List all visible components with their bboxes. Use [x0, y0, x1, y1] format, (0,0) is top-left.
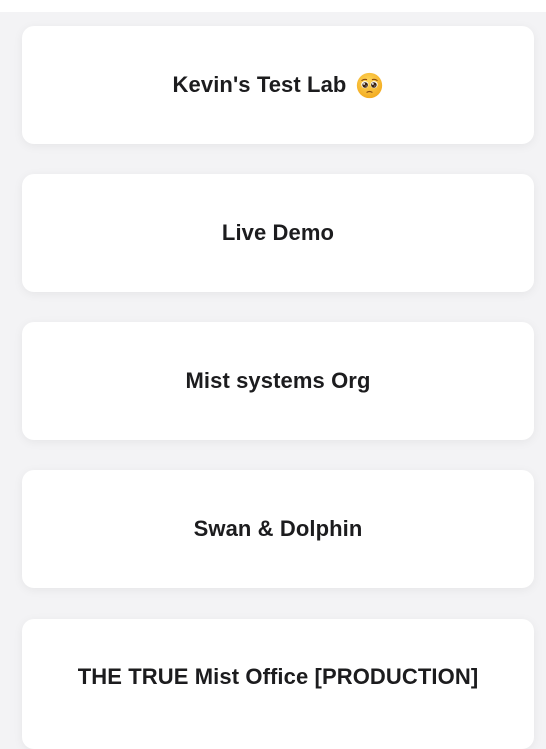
org-name-label: Swan & Dolphin — [193, 516, 363, 541]
org-card-true-mist-office-production[interactable]: THE TRUE Mist Office [PRODUCTION] — [22, 619, 534, 749]
org-name-label: Mist systems Org — [185, 368, 371, 393]
top-strip — [0, 0, 546, 12]
org-card-kevins-test-lab[interactable]: Kevin's Test Lab — [22, 26, 534, 144]
org-name-label: THE TRUE Mist Office [PRODUCTION] — [77, 664, 479, 689]
org-card-live-demo[interactable]: Live Demo — [22, 174, 534, 292]
org-name-label: Kevin's Test Lab — [172, 72, 347, 97]
org-card-swan-dolphin[interactable]: Swan & Dolphin — [22, 470, 534, 588]
org-name: Kevin's Test Lab — [173, 72, 384, 99]
org-card-mist-systems-org[interactable]: Mist systems Org — [22, 322, 534, 440]
pleading-face-emoji-icon — [357, 72, 383, 98]
org-name-label: Live Demo — [221, 220, 335, 245]
